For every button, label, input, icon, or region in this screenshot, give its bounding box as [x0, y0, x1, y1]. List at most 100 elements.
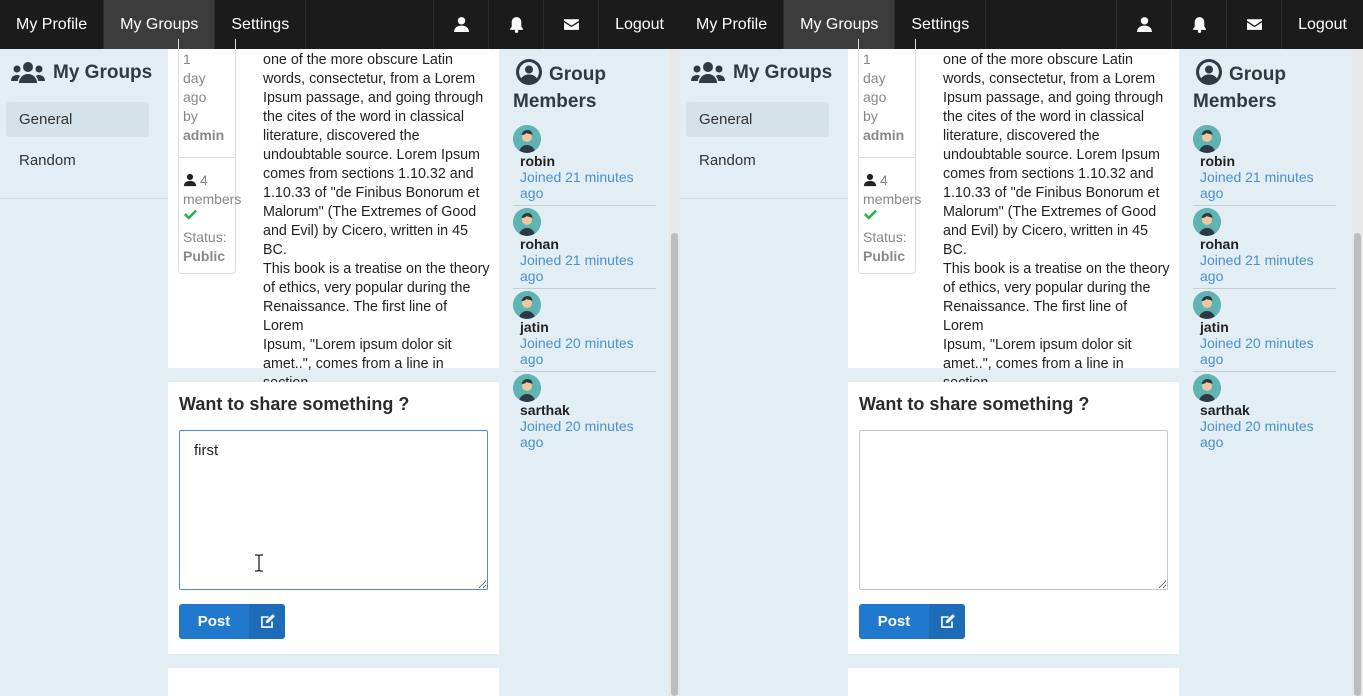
text-cursor-icon: [255, 554, 263, 572]
envelope-icon[interactable]: [544, 0, 600, 49]
post-time-number: 1: [183, 51, 191, 67]
avatar: [513, 374, 541, 402]
feed-column: 1 day ago by admin 4 members Status: Pub…: [168, 39, 499, 696]
check-icon-wrap: [863, 207, 919, 227]
group-members-panel: Group Members robin Joined 21 minutes ag…: [499, 49, 669, 696]
share-card: Want to share something ? first Post: [168, 382, 499, 654]
member-name: rohan: [1200, 236, 1239, 252]
member-joined: Joined 21 minutes ago: [1200, 169, 1314, 201]
post-author[interactable]: admin: [863, 126, 919, 145]
post-by-label: by: [863, 108, 878, 124]
edit-icon: [929, 604, 965, 639]
user-icon: [183, 173, 197, 187]
share-textarea[interactable]: [859, 430, 1168, 590]
post-author[interactable]: admin: [183, 126, 239, 145]
member-joined: Joined 20 minutes ago: [520, 335, 634, 367]
nav-spacer: [986, 0, 1118, 49]
bell-icon[interactable]: [1172, 0, 1228, 49]
member-name: jatin: [1200, 319, 1229, 335]
bell-icon[interactable]: [489, 0, 545, 49]
share-textarea[interactable]: first: [179, 430, 488, 590]
user-circle-icon: [1196, 59, 1222, 85]
member-joined: Joined 20 minutes ago: [1200, 335, 1314, 367]
users-icon: [691, 62, 725, 83]
group-members-panel: Group Members robin Joined 21 minutes ag…: [1179, 49, 1349, 696]
sidebar-item-random[interactable]: Random: [686, 143, 829, 178]
avatar: [513, 208, 541, 236]
member-name: robin: [1200, 153, 1235, 169]
member-joined: Joined 20 minutes ago: [1200, 418, 1314, 450]
member-name: sarthak: [520, 402, 570, 418]
scrollbar[interactable]: [1352, 49, 1363, 696]
top-navbar: My Profile My Groups Settings Logout: [680, 0, 1363, 49]
member-item[interactable]: robin Joined 21 minutes ago: [513, 123, 656, 206]
avatar: [1193, 374, 1221, 402]
post-button-label: Post: [859, 604, 929, 639]
nav-my-profile[interactable]: My Profile: [0, 0, 105, 49]
share-title: Want to share something ?: [859, 394, 1090, 414]
post-time-unit: day: [183, 70, 206, 86]
groups-sidebar-title: My Groups: [0, 49, 168, 85]
post-time-ago: ago: [183, 89, 207, 105]
member-joined: Joined 21 minutes ago: [1200, 252, 1314, 284]
members-list: robin Joined 21 minutes ago rohan Joined…: [1193, 123, 1336, 455]
scrollbar-thumb[interactable]: [671, 233, 678, 696]
member-item[interactable]: sarthak Joined 20 minutes ago: [513, 372, 656, 455]
check-icon: [863, 209, 878, 220]
nav-logout[interactable]: Logout: [1282, 0, 1363, 49]
members-list: robin Joined 21 minutes ago rohan Joined…: [513, 123, 656, 455]
next-post-card: [168, 668, 499, 696]
nav-my-profile[interactable]: My Profile: [680, 0, 785, 49]
members-count: 4: [200, 172, 208, 188]
next-post-card: [848, 668, 1179, 696]
share-card: Want to share something ? Post: [848, 382, 1179, 654]
group-members-title: Group Members: [1193, 58, 1333, 115]
avatar: [1193, 125, 1221, 153]
user-icon: [863, 173, 877, 187]
avatar: [513, 291, 541, 319]
group-members-title: Group Members: [513, 58, 653, 115]
nav-spacer: [306, 0, 435, 49]
avatar: [1193, 291, 1221, 319]
user-icon[interactable]: [434, 0, 490, 49]
groups-sidebar-label: My Groups: [53, 62, 153, 83]
sidebar-item-general[interactable]: General: [6, 102, 149, 137]
scrollbar[interactable]: [669, 49, 680, 696]
member-name: robin: [520, 153, 555, 169]
member-item[interactable]: sarthak Joined 20 minutes ago: [1193, 372, 1336, 455]
member-item[interactable]: robin Joined 21 minutes ago: [1193, 123, 1336, 206]
member-item[interactable]: jatin Joined 20 minutes ago: [513, 289, 656, 372]
member-item[interactable]: rohan Joined 21 minutes ago: [513, 206, 656, 289]
scrollbar-thumb[interactable]: [1354, 233, 1361, 696]
envelope-icon[interactable]: [1227, 0, 1283, 49]
member-joined: Joined 20 minutes ago: [520, 418, 634, 450]
groups-sidebar-title: My Groups: [680, 49, 848, 85]
nav-logout[interactable]: Logout: [599, 0, 680, 49]
share-title: Want to share something ?: [179, 394, 410, 414]
sidebar-item-general[interactable]: General: [686, 102, 829, 137]
member-item[interactable]: rohan Joined 21 minutes ago: [1193, 206, 1336, 289]
status-label: Status:: [183, 229, 227, 245]
member-name: rohan: [520, 236, 559, 252]
sidebar-item-random[interactable]: Random: [6, 143, 149, 178]
post-time-unit: day: [863, 70, 886, 86]
post-button[interactable]: Post: [179, 604, 285, 639]
edit-icon: [249, 604, 285, 639]
avatar: [1193, 208, 1221, 236]
check-icon: [183, 209, 198, 220]
user-circle-icon: [516, 59, 542, 85]
members-count: 4: [880, 172, 888, 188]
members-count-line: 4: [863, 171, 919, 190]
user-icon[interactable]: [1117, 0, 1173, 49]
status-value: Public: [863, 248, 906, 264]
member-item[interactable]: jatin Joined 20 minutes ago: [1193, 289, 1336, 372]
member-name: sarthak: [1200, 402, 1250, 418]
groups-sidebar: My Groups General Random: [680, 49, 848, 199]
post-button[interactable]: Post: [859, 604, 965, 639]
users-icon: [11, 62, 45, 83]
top-navbar: My Profile My Groups Settings Logout: [0, 0, 680, 49]
status-value: Public: [183, 248, 226, 264]
avatar: [513, 125, 541, 153]
post-button-label: Post: [179, 604, 249, 639]
status-label: Status:: [863, 229, 907, 245]
